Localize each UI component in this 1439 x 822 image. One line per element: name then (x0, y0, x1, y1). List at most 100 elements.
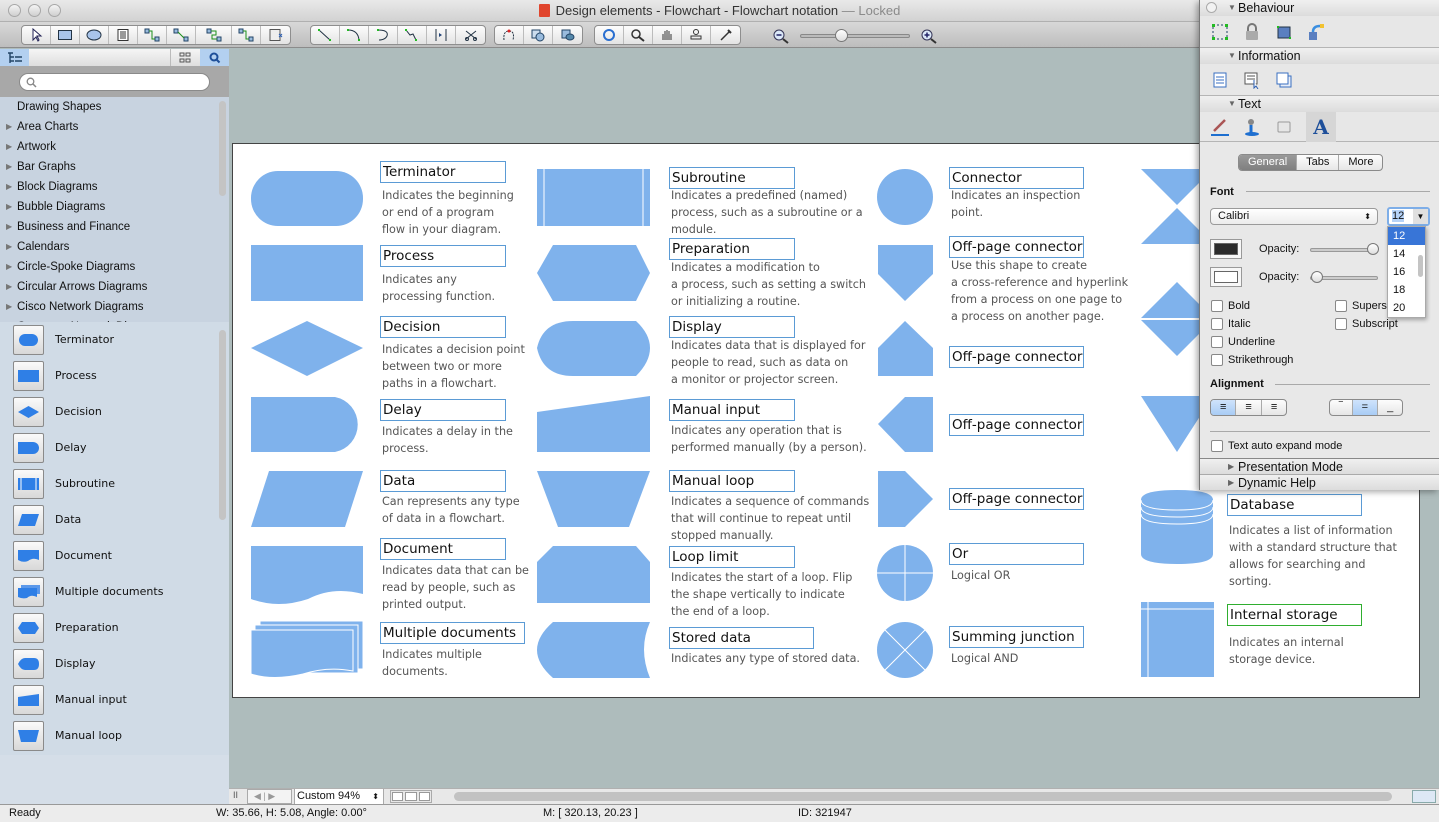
tab-more[interactable]: More (1339, 155, 1382, 170)
select-tool-button[interactable] (22, 26, 51, 44)
pause-icon[interactable]: II (233, 790, 238, 800)
shape-list-item[interactable]: Subroutine (0, 466, 229, 502)
shape-list-item[interactable]: Decision (0, 394, 229, 430)
database-shape[interactable] (1140, 490, 1214, 564)
shape-list-item[interactable]: Preparation (0, 610, 229, 646)
library-item[interactable]: ▶ Bubble Diagrams (0, 197, 229, 217)
text-auto-expand-checkbox[interactable]: Text auto expand mode (1211, 440, 1342, 453)
shape-title-label[interactable]: Subroutine (669, 167, 795, 189)
shape-title-label[interactable]: Manual input (669, 399, 795, 421)
text-section-header[interactable]: ▼ Text (1200, 96, 1439, 112)
manual-loop-shape[interactable] (537, 471, 650, 527)
shape-title-label[interactable]: Process (380, 245, 506, 267)
multiple-documents-shape[interactable] (250, 620, 364, 678)
delay-shape[interactable] (251, 397, 358, 452)
smart-connector-button[interactable] (138, 26, 167, 44)
text-fill-icon[interactable] (1242, 117, 1262, 137)
summing-junction-shape[interactable] (877, 622, 933, 678)
subroutine-shape[interactable] (537, 169, 650, 226)
round-connector-button[interactable] (196, 26, 232, 44)
strikethrough-checkbox[interactable]: Strikethrough (1211, 354, 1293, 367)
hyperlink-icon[interactable] (1306, 22, 1326, 42)
arc-tool-button[interactable] (340, 26, 369, 44)
text-opacity-knob[interactable] (1367, 243, 1379, 255)
dropdown-scrollbar[interactable] (1418, 255, 1423, 277)
ellipse-tool-button[interactable] (80, 26, 109, 44)
library-search-input[interactable] (40, 76, 200, 88)
shape-title-label[interactable]: Off-page connector (949, 346, 1084, 368)
direct-connector-button[interactable] (167, 26, 196, 44)
stored-data-shape[interactable] (537, 622, 650, 678)
zoom-tool-button[interactable] (624, 26, 653, 44)
page-nav-buttons[interactable]: ◀ | ▶ (247, 789, 292, 804)
shape-title-label[interactable]: Terminator (380, 161, 506, 183)
off-page-connector-right-shape[interactable] (878, 471, 933, 527)
disclosure-triangle-icon[interactable]: ▶ (6, 217, 12, 237)
library-item[interactable]: ▶ Artwork (0, 137, 229, 157)
selection-behaviour-icon[interactable] (1210, 22, 1230, 42)
shape-title-label[interactable]: Decision (380, 316, 506, 338)
eyedropper-button[interactable] (711, 26, 740, 44)
library-search-field[interactable] (19, 73, 210, 91)
font-family-select[interactable]: Calibri ⬍ (1210, 208, 1378, 225)
shape-title-label[interactable]: Or (949, 543, 1084, 565)
off-page-connector-up-shape[interactable] (878, 321, 933, 376)
library-item[interactable]: Drawing Shapes (0, 97, 229, 117)
shape-title-label[interactable]: Manual loop (669, 470, 795, 492)
shape-title-label[interactable]: Database (1227, 494, 1362, 516)
shape-title-label[interactable]: Internal storage (1227, 604, 1362, 626)
behaviour-section-header[interactable]: ▼ Behaviour (1200, 0, 1439, 16)
align-middle-button[interactable]: = (1352, 400, 1379, 415)
shape-title-label[interactable]: Off-page connector (949, 236, 1084, 258)
stamp-tool-button[interactable] (682, 26, 711, 44)
zoom-slider[interactable] (800, 29, 910, 42)
chevron-down-icon[interactable]: ▼ (1413, 209, 1428, 224)
fill-opacity-slider[interactable] (1310, 271, 1378, 283)
shape-title-label[interactable]: Display (669, 316, 795, 338)
bezier-tool-button[interactable] (398, 26, 427, 44)
align-left-button[interactable]: ≡ (1211, 400, 1237, 415)
italic-checkbox[interactable]: Italic (1211, 318, 1251, 331)
shape-title-label[interactable]: Data (380, 470, 506, 492)
shape-title-label[interactable]: Loop limit (669, 546, 795, 568)
fill-color-well[interactable] (1210, 267, 1242, 287)
horizontal-scrollbar[interactable] (454, 792, 1392, 801)
disclosure-triangle-icon[interactable]: ▶ (6, 197, 12, 217)
off-page-connector-down-shape[interactable] (878, 245, 933, 301)
edit-points-button[interactable] (495, 26, 524, 44)
shape-list-item[interactable]: Process (0, 358, 229, 394)
layers-info-icon[interactable] (1274, 70, 1294, 90)
size-behaviour-icon[interactable] (1274, 22, 1294, 42)
shape-title-label[interactable]: Stored data (669, 627, 814, 649)
off-page-connector-left-shape[interactable] (878, 397, 933, 452)
font-icon[interactable]: A (1306, 111, 1336, 142)
disclosure-triangle-icon[interactable]: ▶ (6, 117, 12, 137)
shape-title-label[interactable]: Document (380, 538, 506, 560)
text-color-brush-icon[interactable] (1210, 117, 1230, 137)
shape-list-item[interactable]: Data (0, 502, 229, 538)
text-shadow-icon[interactable] (1274, 117, 1294, 137)
shape-list-item[interactable]: Multiple documents (0, 574, 229, 610)
dynamic-help-section-header[interactable]: ▶ Dynamic Help (1200, 474, 1439, 490)
fit-page-icon[interactable] (1412, 790, 1436, 803)
shape-title-label[interactable]: Preparation (669, 238, 795, 260)
zoom-slider-knob[interactable] (834, 29, 848, 42)
panel-close-button[interactable] (1206, 2, 1217, 13)
pan-tool-button[interactable] (653, 26, 682, 44)
combine-button[interactable] (553, 26, 582, 44)
shape-title-label[interactable]: Delay (380, 399, 506, 421)
manual-input-shape[interactable] (537, 396, 650, 452)
disclosure-triangle-icon[interactable]: ▶ (6, 297, 12, 317)
union-button[interactable] (524, 26, 553, 44)
disclosure-triangle-icon[interactable]: ▶ (6, 157, 12, 177)
shape-list-item[interactable]: Document (0, 538, 229, 574)
connector-shape[interactable] (877, 169, 933, 225)
shape-list-item[interactable]: Display (0, 646, 229, 682)
align-center-button[interactable]: ≡ (1236, 400, 1262, 415)
disclosure-triangle-icon[interactable]: ▶ (6, 257, 12, 277)
rotate-button[interactable] (595, 26, 624, 44)
library-item[interactable]: ▶ Area Charts (0, 117, 229, 137)
shape-list-item[interactable]: Delay (0, 430, 229, 466)
presentation-mode-section-header[interactable]: ▶ Presentation Mode (1200, 458, 1439, 474)
shape-title-label[interactable]: Off-page connector (949, 488, 1084, 510)
